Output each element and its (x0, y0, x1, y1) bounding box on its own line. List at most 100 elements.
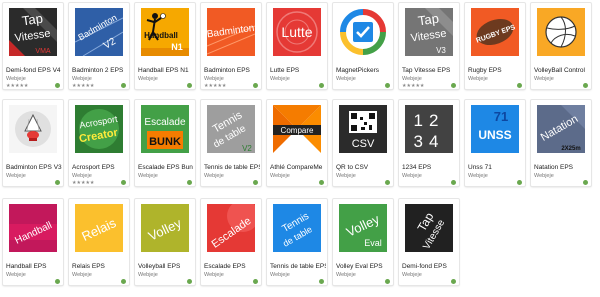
installed-badge-icon (451, 180, 456, 185)
app-title: Handball EPS N1 (138, 67, 189, 74)
app-developer: Webjeje (204, 272, 224, 278)
app-title: Tennis de table EPS (204, 164, 260, 171)
app-developer: Webjeje (6, 173, 26, 179)
app-title: Tennis de table EPS (270, 263, 326, 270)
rating-stars: ★★★★★ (204, 83, 227, 89)
app-developer: Webjeje (72, 76, 92, 82)
app-card[interactable]: Tennis de table Tennis de table EPS Webj… (267, 199, 327, 285)
app-card[interactable]: Tap Vitesse V3 Tap Vitesse EPS Webjeje ★… (399, 3, 459, 89)
app-title: VolleyBall Control (534, 67, 585, 74)
app-card[interactable]: CSV QR to CSV Webjeje (333, 100, 393, 186)
installed-badge-icon (319, 180, 324, 185)
installed-badge-icon (451, 279, 456, 284)
app-title: Tap Vitesse EPS (402, 67, 451, 74)
rating-stars: ★★★★★ (72, 180, 95, 186)
installed-badge-icon (187, 180, 192, 185)
escalade-icon: Escalade (207, 204, 255, 252)
installed-badge-icon (121, 83, 126, 88)
app-card[interactable]: RUGBY EPS Rugby EPS Webjeje (465, 3, 525, 89)
installed-badge-icon (583, 83, 588, 88)
app-card[interactable]: 12 34 1234 EPS Webjeje (399, 100, 459, 186)
app-card[interactable]: Relais Relais EPS Webjeje (69, 199, 129, 285)
svg-text:Tap: Tap (21, 11, 44, 29)
installed-badge-icon (55, 180, 60, 185)
installed-badge-icon (121, 180, 126, 185)
unss-icon: 71 UNSS (471, 105, 519, 153)
app-card[interactable]: VolleyBall Control Webjeje (531, 3, 591, 89)
app-developer: Webjeje (204, 76, 224, 82)
handball-n1-icon: Handball N1 (141, 8, 189, 56)
badminton-v3-icon (9, 105, 57, 153)
escalade-bunk-icon: Escalade BUNK (141, 105, 189, 153)
app-title: 1234 EPS (402, 164, 432, 171)
svg-text:2X25m: 2X25m (561, 146, 580, 152)
app-developer: Webjeje (534, 173, 554, 179)
app-card[interactable]: Compare Athlé CompareMe Webjeje (267, 100, 327, 186)
app-card[interactable]: Lutte Lutte EPS Webjeje (267, 3, 327, 89)
svg-text:UNSS: UNSS (478, 128, 511, 142)
app-card[interactable]: Handball N1 Handball EPS N1 Webjeje (135, 3, 195, 89)
svg-text:Eval: Eval (364, 238, 382, 248)
app-title: Relais EPS (72, 263, 105, 270)
app-card[interactable]: Tap Vitesse Demi-fond EPS Webjeje (399, 199, 459, 285)
rating-stars: ★★★★★ (402, 83, 425, 89)
svg-text:V2: V2 (242, 144, 252, 153)
1234-icon: 12 34 (405, 105, 453, 153)
relais-icon: Relais (75, 204, 123, 252)
rugby-icon: RUGBY EPS (471, 8, 519, 56)
installed-badge-icon (583, 180, 588, 185)
installed-badge-icon (451, 83, 456, 88)
tap-vitesse-v3-icon: Tap Vitesse V3 (405, 8, 453, 56)
svg-text:CSV: CSV (352, 138, 375, 150)
installed-badge-icon (253, 279, 258, 284)
app-title: Badminton 2 EPS (72, 67, 124, 74)
svg-text:V3: V3 (436, 46, 446, 55)
app-title: Badminton EPS (204, 67, 250, 74)
app-developer: Webjeje (402, 76, 422, 82)
installed-badge-icon (385, 279, 390, 284)
app-card[interactable]: Badminton V2 Badminton 2 EPS Webjeje ★★★… (69, 3, 129, 89)
app-card[interactable]: Escalade Escalade EPS Webjeje (201, 199, 261, 285)
app-card[interactable]: MagnetPickers Webjeje (333, 3, 393, 89)
app-card[interactable]: Acrosport Creator Acrosport EPS Webjeje … (69, 100, 129, 186)
installed-badge-icon (55, 279, 60, 284)
app-title: Badminton EPS V3 (6, 164, 62, 171)
installed-badge-icon (319, 279, 324, 284)
app-card[interactable]: Volley Eval Volley Eval EPS Webjeje (333, 199, 393, 285)
app-card[interactable]: Badminton Badminton EPS Webjeje ★★★★★ (201, 3, 261, 89)
app-title: MagnetPickers (336, 67, 379, 74)
svg-text:N1: N1 (171, 42, 183, 52)
app-title: Rugby EPS (468, 67, 502, 74)
app-card[interactable]: Handball Handball EPS Webjeje (3, 199, 63, 285)
svg-text:Compare: Compare (281, 126, 314, 135)
app-developer: Webjeje (468, 76, 488, 82)
app-card[interactable]: Badminton EPS V3 Webjeje (3, 100, 63, 186)
installed-badge-icon (121, 279, 126, 284)
app-card[interactable]: Tap Vitesse VMA Demi-fond EPS V4 Webjeje… (3, 3, 63, 89)
app-card[interactable]: Volley Volleyball EPS Webjeje (135, 199, 195, 285)
app-grid: Tap Vitesse VMA Demi-fond EPS V4 Webjeje… (0, 0, 600, 297)
app-developer: Webjeje (138, 272, 158, 278)
volley-icon: Volley (141, 204, 189, 252)
app-title: Volleyball EPS (138, 263, 181, 270)
app-developer: Webjeje (402, 173, 422, 179)
svg-text:Escalade: Escalade (144, 117, 186, 128)
app-card[interactable]: Escalade BUNK Escalade EPS Bun Webjeje (135, 100, 195, 186)
app-title: Handball EPS (6, 263, 47, 270)
installed-badge-icon (517, 83, 522, 88)
app-card[interactable]: 71 UNSS Unss 71 Webjeje (465, 100, 525, 186)
app-developer: Webjeje (6, 272, 26, 278)
app-developer: Webjeje (336, 272, 356, 278)
app-card[interactable]: Tennis de table V2 Tennis de table EPS W… (201, 100, 261, 186)
app-title: Demi-fond EPS (402, 263, 447, 270)
app-card[interactable]: Natation 2X25m Natation EPS Webjeje (531, 100, 591, 186)
app-developer: Webjeje (138, 76, 158, 82)
rating-stars: ★★★★★ (72, 83, 95, 89)
badminton-v2-icon: Badminton V2 (75, 8, 123, 56)
app-developer: Webjeje (204, 173, 224, 179)
app-developer: Webjeje (72, 272, 92, 278)
svg-text:Handball: Handball (144, 31, 178, 40)
rating-stars: ★★★★★ (6, 83, 29, 89)
app-title: Escalade EPS Bun (138, 164, 193, 171)
app-developer: Webjeje (270, 173, 290, 179)
